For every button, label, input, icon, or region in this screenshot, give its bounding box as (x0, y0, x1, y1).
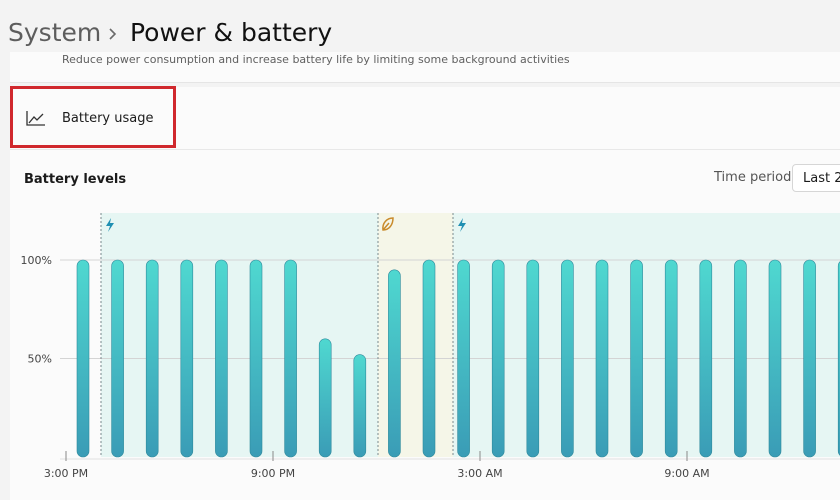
bar (595, 259, 609, 458)
x-tick-label: 3:00 PM (44, 467, 88, 480)
bar (526, 259, 540, 458)
bar (422, 259, 436, 458)
battery-levels-panel: Battery levels Time period: Last 24 hour… (10, 150, 840, 500)
bar (768, 259, 782, 458)
bar (699, 259, 713, 458)
x-tick-label: 9:00 AM (664, 467, 709, 480)
bar (803, 259, 816, 458)
y-tick-label: 100% (21, 254, 52, 267)
bar (111, 259, 124, 458)
bar (249, 259, 263, 458)
charging-band (101, 213, 378, 457)
bar (284, 259, 297, 458)
x-tick-label: 9:00 PM (251, 467, 295, 480)
bar (457, 259, 470, 458)
battery-usage-header[interactable]: Battery usage (10, 87, 840, 150)
x-tick-label: 3:00 AM (457, 467, 502, 480)
bar (734, 259, 747, 458)
bar (491, 259, 505, 458)
bar (76, 259, 90, 458)
bar (145, 259, 159, 458)
y-tick-label: 50% (28, 353, 52, 366)
bar (388, 269, 401, 458)
battery-levels-chart: 100% 50% 3:00 PM 9:00 PM 3:00 AM 9:00 AM (21, 213, 840, 480)
previous-setting-row: Reduce power consumption and increase ba… (10, 52, 840, 83)
bar (215, 259, 228, 458)
breadcrumb-system[interactable]: System (8, 18, 101, 47)
page-title: Power & battery (130, 18, 333, 47)
bar (561, 259, 574, 458)
chevron-right-icon (109, 28, 117, 40)
previous-setting-description: Reduce power consumption and increase ba… (62, 53, 570, 66)
line-chart-icon (26, 111, 45, 126)
charging-band (453, 213, 840, 457)
bar (630, 259, 643, 458)
bar (180, 259, 194, 458)
bar (318, 338, 332, 458)
battery-usage-label: Battery usage (62, 111, 154, 126)
bar (664, 259, 678, 458)
bar (353, 354, 367, 458)
